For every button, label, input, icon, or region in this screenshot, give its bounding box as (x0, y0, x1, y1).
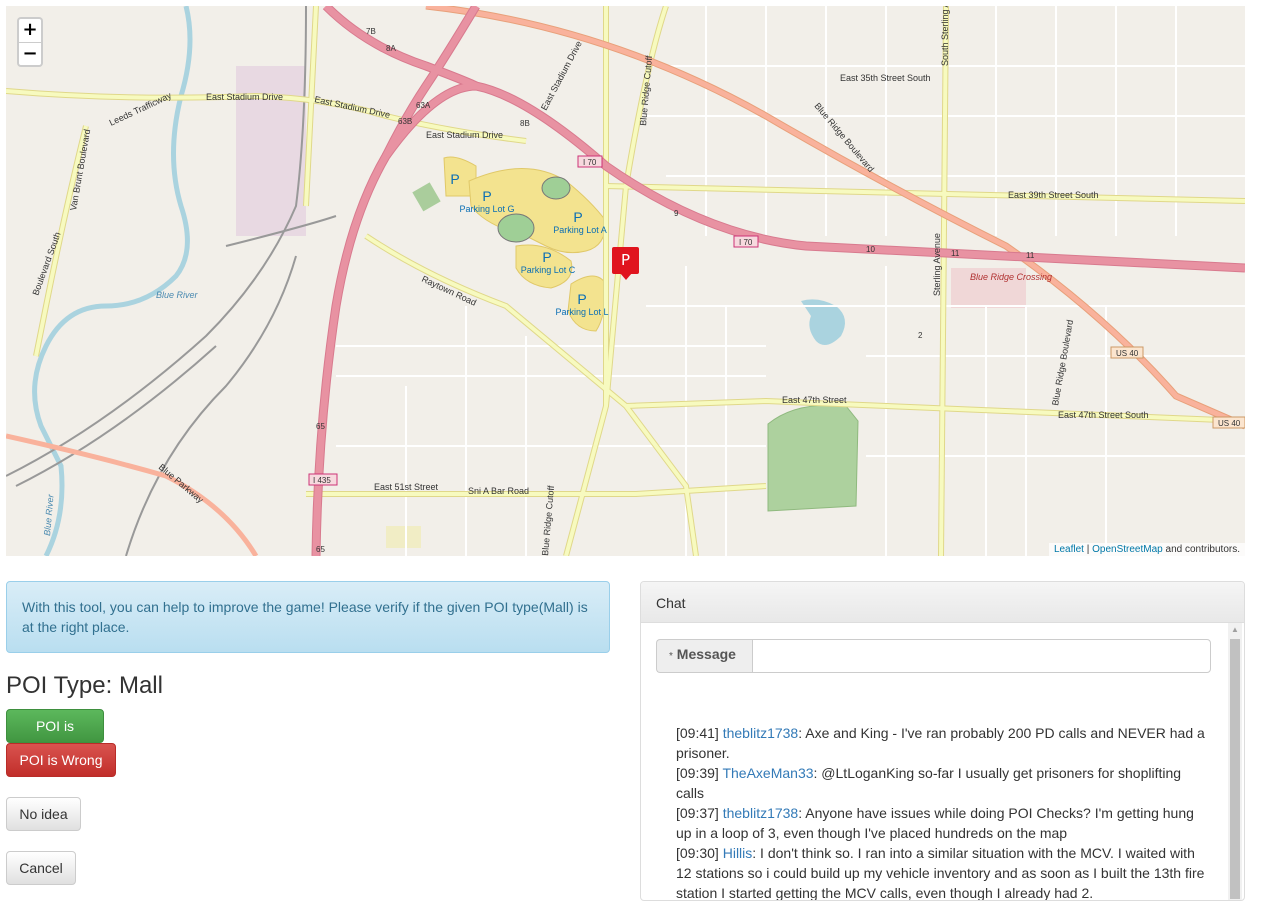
chat-text: : I don't think so. I ran into a similar… (676, 845, 1205, 901)
parking-symbol: P (542, 249, 551, 265)
chat-message: [09:41] theblitz1738: Axe and King - I'v… (676, 723, 1211, 763)
map-label: South Sterling Avenue (940, 6, 950, 66)
map-label: East 47th Street (782, 395, 847, 405)
stadium (497, 213, 535, 243)
stadium (541, 176, 571, 200)
shield: 10 (866, 245, 875, 254)
openstreetmap-link[interactable]: OpenStreetMap (1092, 544, 1163, 555)
parking-label: Parking Lot C (521, 265, 576, 275)
map-label: East Stadium Drive (426, 130, 503, 140)
map-label: Blue Parkway (157, 462, 206, 505)
map-label: East 47th Street South (1058, 410, 1149, 420)
message-label: * Message (656, 639, 752, 673)
parking-label: Parking Lot A (553, 225, 607, 235)
parking-symbol: P (577, 291, 586, 307)
no-idea-button[interactable]: No idea (6, 797, 81, 831)
parking-symbol: P (450, 171, 459, 187)
scrollbar-thumb[interactable] (1230, 639, 1240, 899)
map-tiles[interactable]: East Stadium Drive East Stadium Drive Ea… (6, 6, 1245, 556)
chat-username[interactable]: theblitz1738 (723, 725, 799, 741)
shield: US 40 (1116, 349, 1139, 358)
poi-marker[interactable]: P (612, 247, 639, 280)
map-label: East Stadium Drive (314, 94, 391, 120)
chat-username[interactable]: theblitz1738 (723, 805, 799, 821)
scroll-up-arrow-icon[interactable]: ▲ (1228, 623, 1242, 637)
attribution-text: and contributors. (1162, 544, 1241, 555)
poi-wrong-button[interactable]: POI is Wrong (6, 743, 116, 777)
chat-message: [09:30] Hillis: I don't think so. I ran … (676, 843, 1211, 901)
parking-label: Parking Lot G (459, 204, 514, 214)
park-area (767, 404, 859, 512)
chat-timestamp: [09:39] (676, 765, 719, 781)
zoom-control: + − (17, 17, 43, 67)
map-label: Sterling Avenue (932, 233, 942, 296)
chat-timestamp: [09:41] (676, 725, 719, 741)
shield: I 435 (313, 476, 331, 485)
map-label: East 39th Street South (1008, 190, 1099, 200)
map-label: East 51st Street (374, 482, 439, 492)
required-marker: * (669, 651, 673, 662)
poi-valid-button[interactable]: POI is Valid (6, 709, 104, 766)
shield: 65 (316, 422, 325, 431)
chat-username[interactable]: TheAxeMan33 (722, 765, 813, 781)
chat-messages: [09:41] theblitz1738: Axe and King - I'v… (676, 723, 1211, 901)
shield: 8B (520, 119, 530, 128)
map-label: Blue Ridge Crossing (970, 272, 1052, 282)
chat-username[interactable]: Hillis (723, 845, 753, 861)
shield: I 70 (739, 238, 753, 247)
message-input-group: * Message (656, 639, 1211, 673)
shield: 2 (918, 331, 923, 340)
parking-lot (567, 275, 607, 332)
map-label: Blue Ridge Boulevard (1050, 319, 1075, 406)
map-label: Sni A Bar Road (468, 486, 529, 496)
secondary-roads-casing (6, 6, 1245, 556)
map-label: East Stadium Drive (539, 39, 584, 112)
poi-type-title: POI Type: Mall (6, 672, 163, 699)
field (412, 182, 441, 212)
map-label: Van Brunt Boulevard (68, 128, 92, 211)
map-label: Blue River (156, 290, 199, 300)
map-attribution: Leaflet | OpenStreetMap and contributors… (1048, 543, 1245, 556)
leaflet-link[interactable]: Leaflet (1054, 544, 1084, 555)
message-label-text: Message (676, 646, 736, 662)
chat-scrollbar[interactable]: ▲ (1228, 623, 1242, 900)
shield: 65 (316, 545, 325, 554)
shield: 63B (398, 117, 412, 126)
map-label: East Stadium Drive (206, 92, 283, 102)
attribution-separator: | (1083, 544, 1093, 555)
shield: 8A (386, 44, 396, 53)
shield: US 40 (1218, 419, 1241, 428)
zoom-in-button[interactable]: + (19, 19, 41, 42)
shield: 9 (674, 209, 679, 218)
secondary-roads (6, 6, 1245, 556)
parking-symbol: P (573, 209, 582, 225)
chat-body[interactable]: * Message [09:41] theblitz1738: Axe and … (641, 623, 1244, 901)
map[interactable]: East Stadium Drive East Stadium Drive Ea… (6, 6, 1245, 556)
shield: 11 (951, 249, 960, 258)
shield: 11 (1026, 251, 1035, 260)
chat-timestamp: [09:37] (676, 805, 719, 821)
chat-timestamp: [09:30] (676, 845, 719, 861)
chat-title: Chat (641, 582, 1244, 623)
shield: 7B (366, 27, 376, 36)
chat-message: [09:37] theblitz1738: Anyone have issues… (676, 803, 1211, 843)
parking-symbol: P (482, 188, 491, 204)
info-alert: With this tool, you can help to improve … (6, 581, 610, 653)
poi-marker-tip (620, 273, 632, 280)
shield: I 70 (583, 158, 597, 167)
message-input[interactable] (752, 639, 1211, 673)
shield: 63A (416, 101, 431, 110)
chat-panel: Chat * Message [09:41] theblitz1738: Axe… (640, 581, 1245, 901)
chat-message: [09:39] TheAxeMan33: @LtLoganKing so-far… (676, 763, 1211, 803)
parking-label: Parking Lot L (555, 307, 608, 317)
map-label: Boulevard South (30, 231, 62, 297)
commercial-area (386, 526, 421, 548)
poi-marker-label: P (612, 247, 639, 274)
map-label: East 35th Street South (840, 73, 931, 83)
zoom-out-button[interactable]: − (19, 42, 41, 65)
